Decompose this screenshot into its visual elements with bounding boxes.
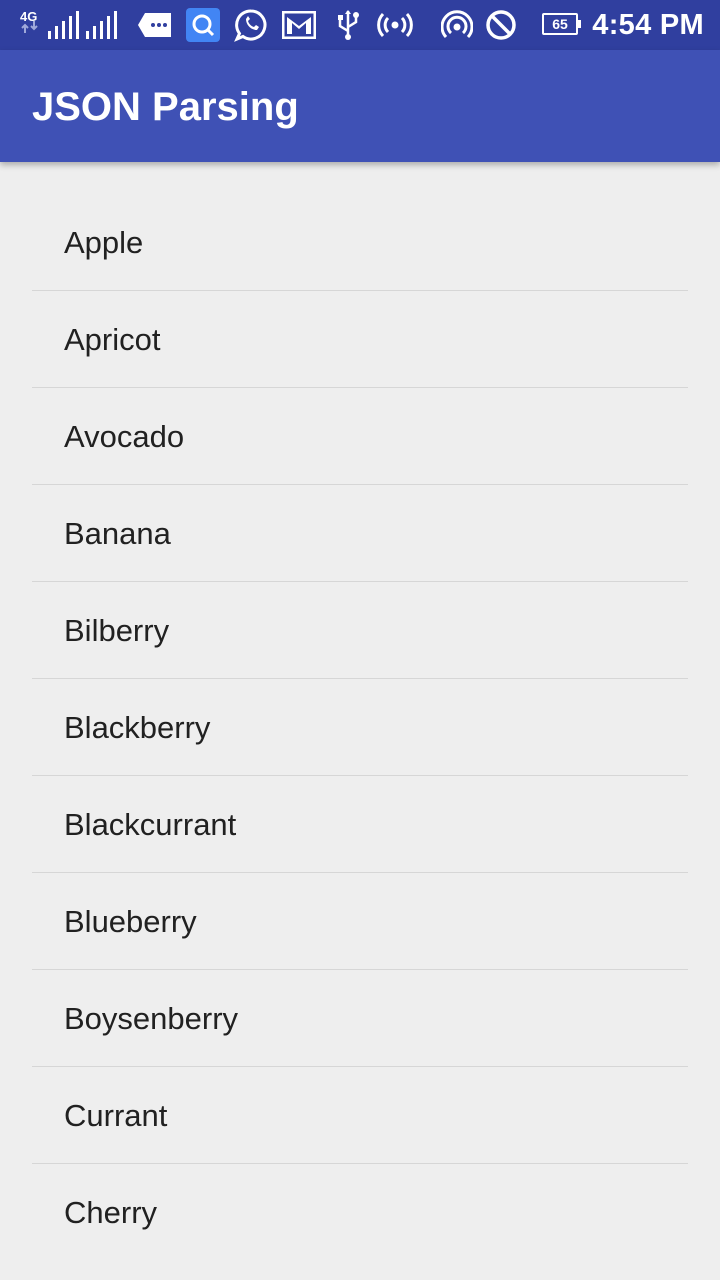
hotspot-icon (375, 0, 415, 50)
list-item[interactable]: Apple (32, 194, 688, 291)
list-item-label: Currant (64, 1098, 168, 1133)
battery-icon: 65 (542, 13, 581, 35)
do-not-disturb-icon (484, 0, 518, 50)
app-bar: JSON Parsing (0, 50, 720, 162)
list-item-label: Apricot (64, 322, 161, 357)
status-bar: 4G 65 4:54 PM (0, 0, 720, 50)
list-item-label: Banana (64, 516, 171, 551)
usb-icon (334, 0, 362, 50)
whatsapp-icon (233, 0, 269, 50)
list-item-label: Cherry (64, 1195, 158, 1230)
messages-icon (137, 0, 173, 50)
search-app-icon (185, 0, 221, 50)
list-item[interactable]: Blackberry (32, 679, 688, 776)
list-item[interactable]: Blackcurrant (32, 776, 688, 873)
signal-icon (84, 0, 118, 50)
list-item-label: Blackcurrant (64, 807, 237, 842)
cast-icon (440, 0, 474, 50)
list-item[interactable]: Banana (32, 485, 688, 582)
list-item-label: Avocado (64, 419, 185, 454)
list-item-label: Apple (64, 225, 144, 260)
app-title: JSON Parsing (32, 85, 299, 129)
signal-icon (46, 0, 80, 50)
list-item[interactable]: Cherry (32, 1164, 688, 1260)
data-arrows-icon (20, 14, 42, 40)
list-item-label: Blueberry (64, 904, 197, 939)
list-item[interactable]: Blueberry (32, 873, 688, 970)
status-clock: 4:54 PM (592, 9, 704, 41)
list-item[interactable]: Apricot (32, 291, 688, 388)
list-item[interactable]: Currant (32, 1067, 688, 1164)
fruit-list: Apple Apricot Avocado Banana Bilberry Bl… (32, 194, 688, 1260)
list-item-label: Blackberry (64, 710, 211, 745)
list-item-label: Boysenberry (64, 1001, 239, 1036)
list-item[interactable]: Avocado (32, 388, 688, 485)
list-item-label: Bilberry (64, 613, 170, 648)
list-item[interactable]: Bilberry (32, 582, 688, 679)
list-item[interactable]: Boysenberry (32, 970, 688, 1067)
gmail-icon (281, 0, 317, 50)
